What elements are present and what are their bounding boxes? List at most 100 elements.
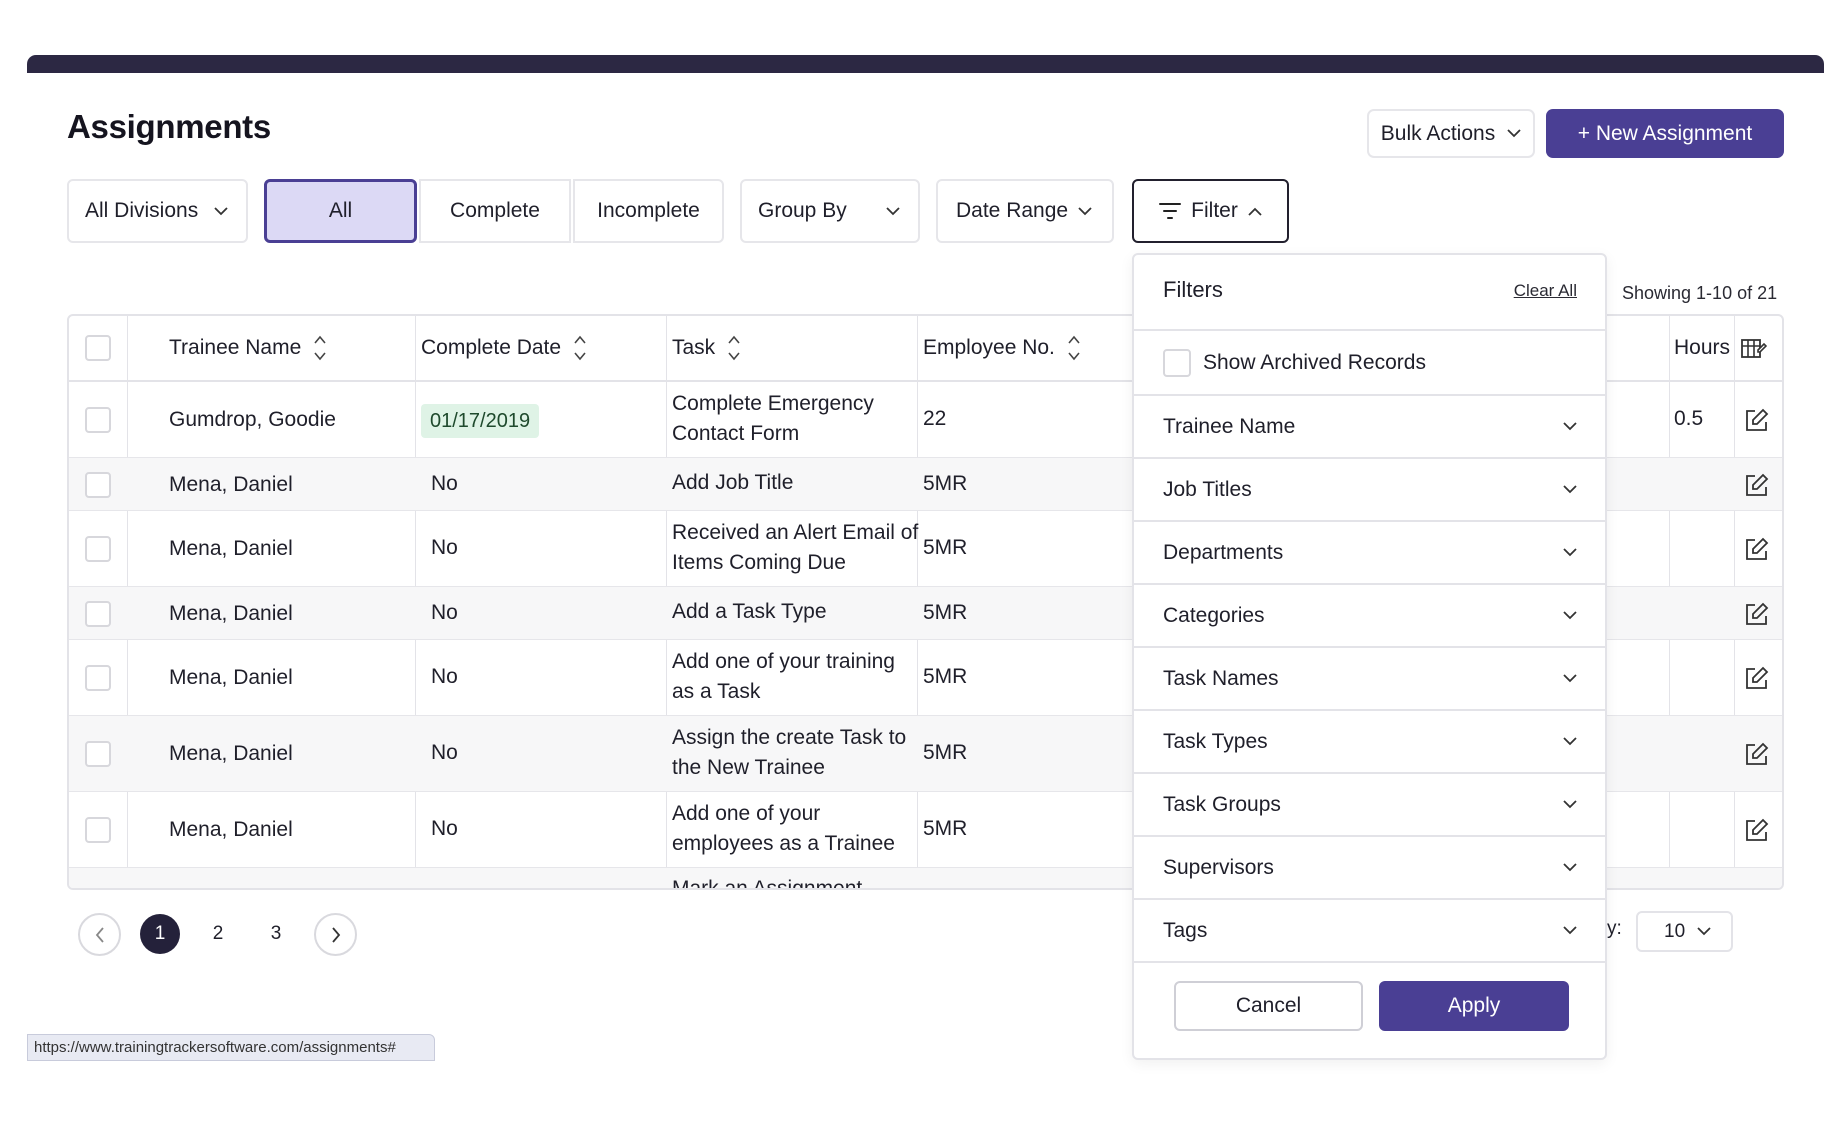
filter-section-task-names[interactable]: Task Names	[1134, 648, 1605, 711]
task-line: Assign the create Task to	[672, 726, 907, 749]
edit-icon[interactable]	[1743, 666, 1769, 692]
trainee-name-cell: Mena, Daniel	[169, 818, 293, 841]
filter-section-label: Categories	[1163, 603, 1265, 627]
complete-date-cell: No	[431, 598, 458, 628]
filter-section-job-titles[interactable]: Job Titles	[1134, 459, 1605, 522]
row-checkbox[interactable]	[85, 536, 111, 562]
bulk-actions-button[interactable]: Bulk Actions	[1367, 109, 1535, 158]
row-checkbox[interactable]	[85, 665, 111, 691]
apply-button[interactable]: Apply	[1379, 981, 1569, 1031]
show-archived-checkbox[interactable]	[1163, 348, 1191, 377]
page-3-button[interactable]: 3	[256, 914, 296, 954]
select-all-checkbox[interactable]	[85, 335, 111, 361]
task-line: the New Trainee	[672, 756, 825, 779]
per-page-select[interactable]: 10	[1636, 911, 1733, 952]
tab-complete[interactable]: Complete	[419, 179, 571, 243]
page-1-button[interactable]: 1	[140, 914, 180, 954]
chevron-down-icon	[214, 206, 228, 215]
sort-icon	[1068, 335, 1080, 361]
filter-section-trainee-name[interactable]: Trainee Name	[1134, 396, 1605, 459]
employee-no-cell: 5MR	[923, 741, 968, 764]
col-employee-no[interactable]: Employee No.	[923, 316, 1081, 380]
task-line: Add Job Title	[672, 471, 794, 494]
task-line: employees as a Trainee	[672, 832, 895, 855]
chevron-down-icon	[1563, 737, 1577, 746]
chevron-down-icon	[1563, 863, 1577, 872]
filter-section-categories[interactable]: Categories	[1134, 585, 1605, 648]
complete-date-cell: No	[431, 469, 458, 499]
per-page-label: y:	[1607, 918, 1622, 939]
row-checkbox[interactable]	[85, 601, 111, 627]
chevron-right-icon	[331, 926, 340, 943]
complete-date-value: No	[431, 472, 458, 495]
filter-panel-title: Filters	[1163, 277, 1223, 302]
task-line: Add one of your training	[672, 650, 895, 673]
task-cell: Mark an Assignment	[672, 877, 863, 890]
filter-section-supervisors[interactable]: Supervisors	[1134, 837, 1605, 900]
filter-section-departments[interactable]: Departments	[1134, 522, 1605, 585]
row-checkbox[interactable]	[85, 472, 111, 498]
trainee-name-cell: Mena, Daniel	[169, 537, 293, 560]
row-checkbox[interactable]	[85, 741, 111, 767]
task-cell: Add Job Title	[672, 468, 793, 498]
filter-section-tags[interactable]: Tags	[1134, 900, 1605, 963]
edit-icon[interactable]	[1743, 818, 1769, 844]
chevron-down-icon	[1563, 485, 1577, 494]
date-range-label: Date Range	[956, 199, 1069, 222]
tab-all[interactable]: All	[264, 179, 417, 243]
filter-button[interactable]: Filter	[1132, 179, 1289, 243]
chevron-down-icon	[1697, 927, 1711, 936]
edit-icon[interactable]	[1743, 408, 1769, 434]
top-header-bar	[27, 55, 1824, 73]
col-label: Trainee Name	[169, 336, 302, 359]
col-label: Hours	[1674, 336, 1731, 359]
page-2-button[interactable]: 2	[198, 914, 238, 954]
col-hours[interactable]: Hours	[1674, 316, 1730, 380]
row-checkbox[interactable]	[85, 817, 111, 843]
filter-section-task-groups[interactable]: Task Groups	[1134, 774, 1605, 837]
edit-icon[interactable]	[1743, 537, 1769, 563]
tab-incomplete[interactable]: Incomplete	[573, 179, 724, 243]
task-line: Received an Alert Email of	[672, 521, 919, 544]
task-line: as a Task	[672, 680, 761, 703]
complete-date-value: No	[431, 741, 458, 764]
task-cell: Add a Task Type	[672, 597, 827, 627]
employee-no-cell: 5MR	[923, 536, 968, 559]
edit-icon[interactable]	[1743, 473, 1769, 499]
filter-section-label: Task Types	[1163, 729, 1268, 753]
new-assignment-button[interactable]: + New Assignment	[1546, 109, 1784, 158]
date-range-dropdown[interactable]: Date Range	[936, 179, 1114, 243]
row-checkbox[interactable]	[85, 407, 111, 433]
clear-all-link[interactable]: Clear All	[1514, 281, 1577, 301]
filter-label: Filter	[1191, 199, 1238, 222]
sort-icon	[314, 335, 326, 361]
col-label: Employee No.	[923, 336, 1055, 359]
edit-icon[interactable]	[1743, 742, 1769, 768]
chevron-down-icon	[1563, 548, 1577, 557]
filter-section-task-types[interactable]: Task Types	[1134, 711, 1605, 774]
hours-cell: 0.5	[1674, 407, 1704, 430]
task-line: Add one of your	[672, 802, 821, 825]
col-task[interactable]: Task	[672, 316, 741, 380]
employee-no-cell: 22	[923, 407, 947, 430]
col-complete-date[interactable]: Complete Date	[421, 316, 587, 380]
trainee-name-cell: Mena, Daniel	[169, 602, 293, 625]
complete-date-value: No	[431, 817, 458, 840]
filter-section-label: Supervisors	[1163, 855, 1274, 879]
task-line: Complete Emergency	[672, 392, 874, 415]
filter-section-label: Task Names	[1163, 666, 1279, 690]
task-line: Items Coming Due	[672, 551, 846, 574]
task-line: Contact Form	[672, 422, 800, 445]
divisions-dropdown[interactable]: All Divisions	[67, 179, 248, 243]
prev-page-button[interactable]	[78, 913, 121, 956]
edit-icon[interactable]	[1743, 602, 1769, 628]
next-page-button[interactable]	[314, 913, 357, 956]
col-trainee-name[interactable]: Trainee Name	[169, 316, 327, 380]
cancel-button[interactable]: Cancel	[1174, 981, 1363, 1031]
group-by-dropdown[interactable]: Group By	[740, 179, 920, 243]
per-page-value: 10	[1664, 920, 1686, 942]
column-settings-icon[interactable]	[1741, 338, 1767, 360]
show-archived-option[interactable]: Show Archived Records	[1134, 331, 1605, 396]
chevron-down-icon	[1563, 926, 1577, 935]
sort-icon	[574, 335, 586, 361]
